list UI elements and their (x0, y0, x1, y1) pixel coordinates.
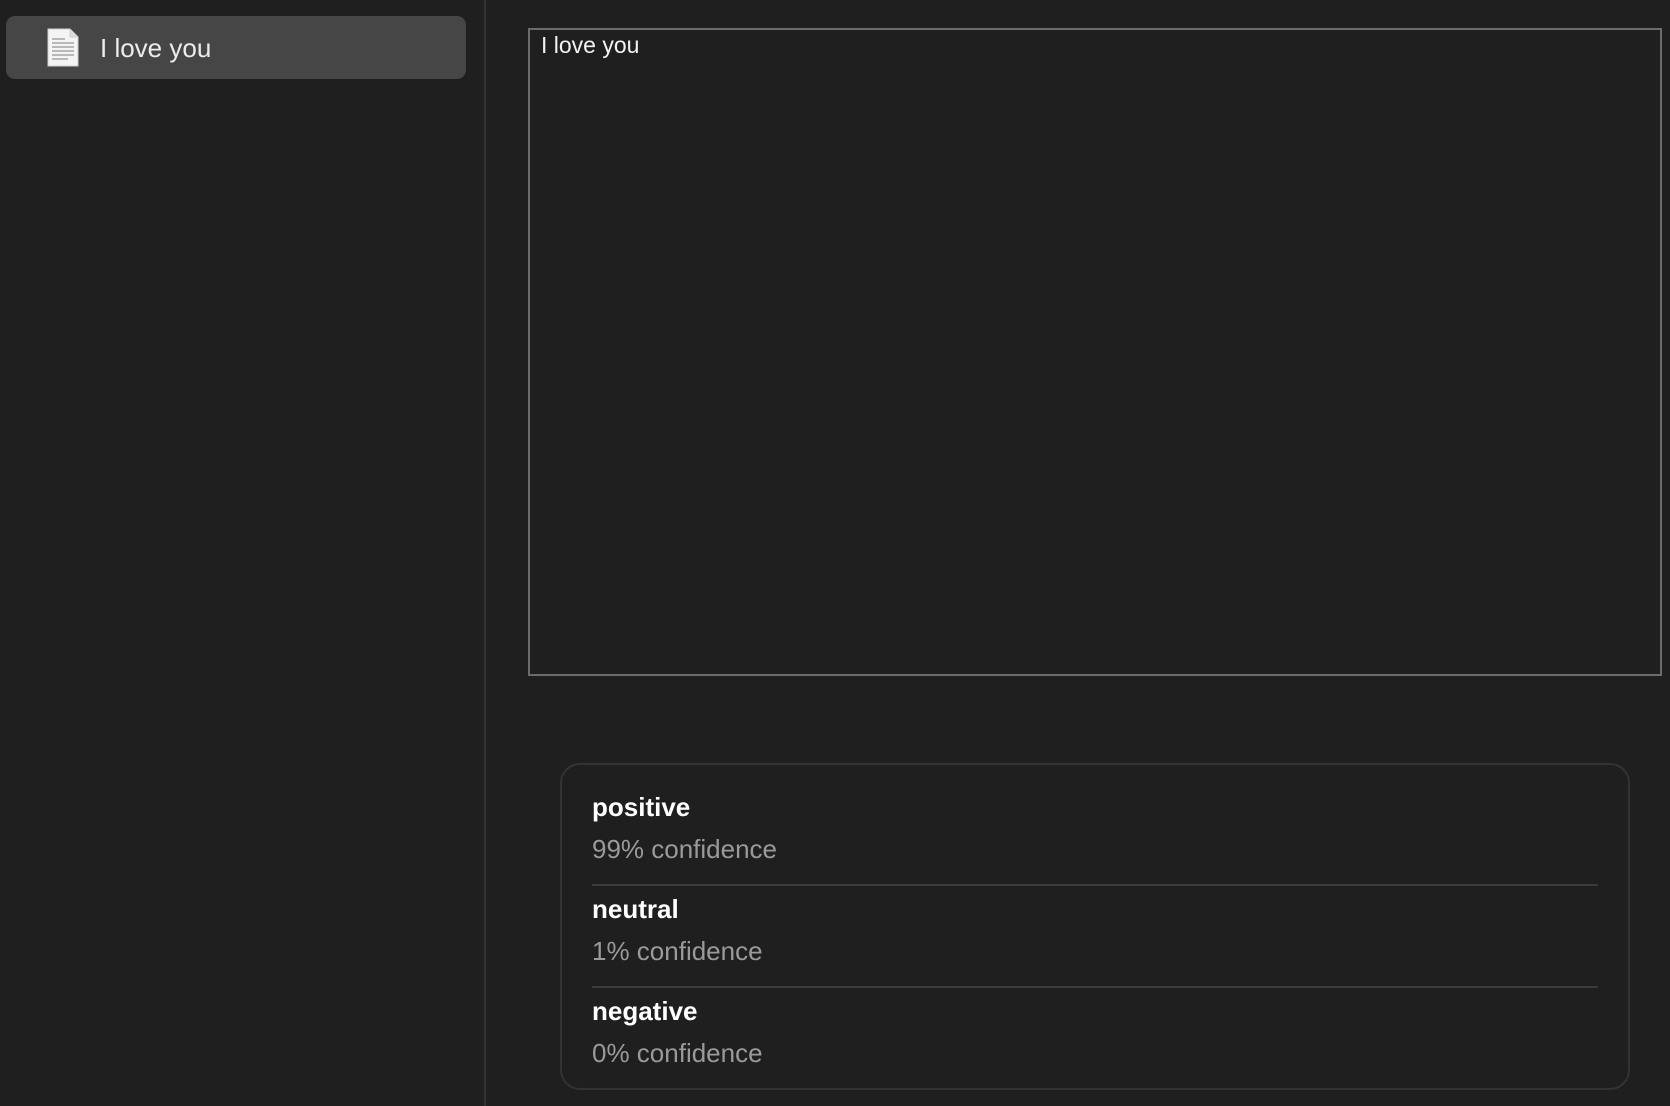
sentiment-results-panel: positive 99% confidence neutral 1% confi… (560, 763, 1630, 1090)
result-row: neutral 1% confidence (592, 885, 1598, 988)
result-confidence: 0% confidence (592, 1038, 763, 1068)
result-confidence: 99% confidence (592, 834, 778, 864)
result-row: negative 0% confidence (592, 987, 1598, 1089)
result-label: positive (592, 792, 691, 822)
text-editor[interactable]: I love you (528, 28, 1662, 676)
app-window: I love you I love you positive 99% confi… (0, 0, 1670, 1106)
result-label: negative (592, 996, 698, 1026)
editor-text: I love you (541, 32, 640, 58)
document-icon (42, 28, 84, 68)
sidebar-item-label: I love you (100, 33, 212, 63)
sidebar: I love you (0, 0, 486, 1106)
result-row: positive 99% confidence (592, 783, 1598, 886)
result-confidence: 1% confidence (592, 936, 763, 966)
sidebar-item-i-love-you[interactable]: I love you (6, 16, 466, 79)
result-label: neutral (592, 894, 679, 924)
